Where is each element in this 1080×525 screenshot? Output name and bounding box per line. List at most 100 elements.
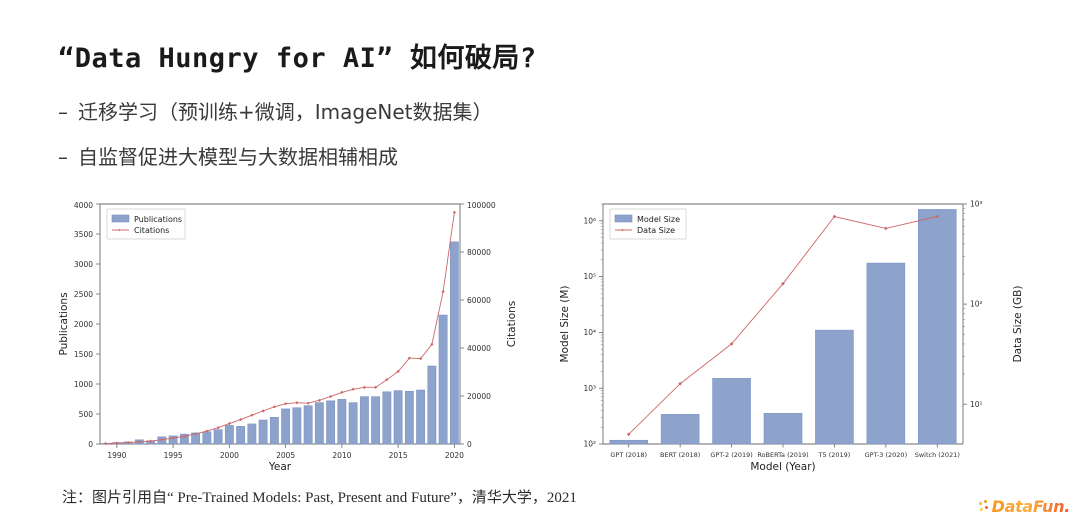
chart-left-svg: 0 500 1000 1500 2000 2500 3000 3500 4000… bbox=[58, 201, 518, 473]
bar-publications bbox=[236, 426, 246, 445]
y2-tick-label: 40000 bbox=[467, 344, 491, 353]
bullet-text: 迁移学习（预训练+微调，ImageNet数据集） bbox=[78, 100, 493, 124]
source-footnote: 注：图片引用自“ Pre-Trained Models: Past, Prese… bbox=[62, 490, 577, 506]
legend-label-publications: Publications bbox=[134, 215, 182, 224]
y-axis-right: 0 20000 40000 60000 80000 100000 Citatio… bbox=[460, 201, 518, 449]
x-axis-bottom: GPT (2018) BERT (2018) GPT-2 (2019) RoBERTa… bbox=[610, 444, 960, 459]
plot-area-background bbox=[603, 204, 963, 444]
y2-tick-label: 60000 bbox=[467, 296, 491, 305]
y-axis-left-log: 10² 10³ 10⁴ 10⁵ 10⁶ bbox=[583, 203, 603, 449]
bar-publications bbox=[416, 389, 426, 445]
bar-publications bbox=[404, 390, 414, 445]
bar-publications bbox=[393, 390, 403, 445]
bar-publications bbox=[438, 314, 448, 445]
bullet-dash: – bbox=[58, 100, 68, 124]
x-tick-label: 2010 bbox=[332, 451, 351, 460]
y-tick-label: 10⁵ bbox=[583, 272, 596, 281]
y-tick-label: 4000 bbox=[74, 201, 93, 210]
x-tick-label: 2005 bbox=[276, 451, 295, 460]
bar-publications bbox=[269, 417, 279, 445]
x-tick-label: 1990 bbox=[107, 451, 126, 460]
y-axis-label-right: Data Size (GB) bbox=[1012, 286, 1024, 363]
y-tick-label: 500 bbox=[79, 410, 94, 419]
y-tick-label: 1500 bbox=[74, 350, 93, 359]
bullet-text: 自监督促进大模型与大数据相辅相成 bbox=[78, 145, 398, 169]
legend-label-model-size: Model Size bbox=[637, 215, 680, 224]
bar-publications bbox=[247, 423, 257, 445]
bar-publications bbox=[281, 408, 291, 445]
y-axis-label-right: Citations bbox=[506, 301, 518, 347]
x-tick-label: T5 (2019) bbox=[818, 451, 851, 459]
logo-dots-icon bbox=[978, 500, 990, 513]
bar-publications bbox=[382, 391, 392, 445]
x-tick-label: 2000 bbox=[220, 451, 239, 460]
x-tick-label: 2020 bbox=[445, 451, 464, 460]
y-tick-label: 10⁶ bbox=[583, 216, 596, 225]
legend-label-citations: Citations bbox=[134, 226, 169, 235]
y-tick-label: 10³ bbox=[583, 384, 596, 393]
bullet-item-1: – 迁移学习（预训练+微调，ImageNet数据集） bbox=[58, 96, 493, 125]
y-tick-label: 10² bbox=[583, 440, 596, 449]
y-tick-label: 3000 bbox=[74, 260, 93, 269]
y2-tick-label: 20000 bbox=[467, 392, 491, 401]
bar-publications bbox=[303, 405, 313, 445]
chart-publications-citations: 0 500 1000 1500 2000 2500 3000 3500 4000… bbox=[55, 196, 530, 474]
legend-swatch-publications bbox=[111, 214, 130, 223]
x-tick-label: BERT (2018) bbox=[660, 451, 700, 459]
bullet-item-2: – 自监督促进大模型与大数据相辅相成 bbox=[58, 141, 398, 170]
bar-publications bbox=[202, 431, 212, 445]
chart-legend-right: Model Size Data Size bbox=[609, 208, 687, 240]
y-axis-label-left: Publications bbox=[58, 292, 70, 355]
bar-model-size bbox=[712, 378, 751, 445]
datafun-logo: DataFun. bbox=[978, 497, 1071, 516]
y2-tick-label: 10³ bbox=[970, 200, 983, 209]
bar-publications bbox=[427, 365, 437, 445]
page-title: “Data Hungry for AI” 如何破局? bbox=[58, 43, 537, 74]
y-tick-label: 0 bbox=[88, 440, 93, 449]
y-axis-label-left: Model Size (M) bbox=[559, 285, 571, 362]
bar-publications bbox=[292, 407, 302, 445]
chart-legend-left: Publications Citations bbox=[106, 208, 186, 240]
bar-publications bbox=[371, 396, 381, 445]
bar-model-size bbox=[918, 209, 957, 445]
bar-publications bbox=[359, 396, 369, 445]
bar-publications bbox=[258, 419, 268, 445]
y2-tick-label: 80000 bbox=[467, 248, 491, 257]
y-axis-left: 0 500 1000 1500 2000 2500 3000 3500 4000… bbox=[58, 201, 100, 449]
x-tick-label: 2015 bbox=[389, 451, 408, 460]
chart-model-size-data-size: 10² 10³ 10⁴ 10⁵ 10⁶ 10¹ 10² 10³ Model Size (M)… bbox=[548, 196, 1048, 474]
y2-tick-label: 0 bbox=[467, 440, 472, 449]
bar-publications bbox=[348, 402, 358, 445]
bar-publications bbox=[326, 400, 336, 445]
bullet-dash: – bbox=[58, 145, 68, 169]
y-tick-label: 1000 bbox=[74, 380, 93, 389]
bar-model-size bbox=[609, 439, 648, 445]
x-tick-label: Switch (2021) bbox=[915, 451, 960, 459]
bar-publications bbox=[314, 402, 324, 445]
bar-publications bbox=[224, 425, 234, 445]
y2-tick-label: 10² bbox=[970, 300, 983, 309]
x-tick-label: RoBERTa (2019) bbox=[757, 451, 808, 459]
chart-right-svg: 10² 10³ 10⁴ 10⁵ 10⁶ 10¹ 10² 10³ Model Size (M)… bbox=[559, 200, 1024, 473]
bar-model-size bbox=[660, 414, 700, 445]
x-tick-label: GPT-2 (2019) bbox=[710, 451, 753, 459]
y-tick-label: 2500 bbox=[74, 290, 93, 299]
legend-label-data-size: Data Size bbox=[637, 226, 675, 235]
x-axis-label: Model (Year) bbox=[750, 461, 815, 473]
logo-wordmark: DataFun. bbox=[991, 497, 1071, 516]
y2-tick-label: 10¹ bbox=[970, 400, 983, 409]
bar-model-size bbox=[866, 262, 906, 445]
bar-publications bbox=[449, 241, 459, 445]
bar-publications bbox=[337, 399, 347, 445]
legend-swatch-model-size bbox=[614, 214, 633, 223]
bar-model-size bbox=[815, 329, 854, 445]
x-axis-label: Year bbox=[268, 461, 292, 473]
y-tick-label: 3500 bbox=[74, 230, 93, 239]
y2-tick-label: 100000 bbox=[467, 201, 496, 210]
y-axis-right-log: 10¹ 10² 10³ bbox=[963, 200, 983, 409]
bar-model-size bbox=[763, 413, 803, 445]
y-tick-label: 2000 bbox=[74, 320, 93, 329]
x-tick-label: GPT (2018) bbox=[610, 451, 647, 459]
x-tick-label: GPT-3 (2020) bbox=[865, 451, 908, 459]
x-axis-bottom: 1990 1995 2000 2005 2010 2015 2020 bbox=[107, 444, 464, 460]
